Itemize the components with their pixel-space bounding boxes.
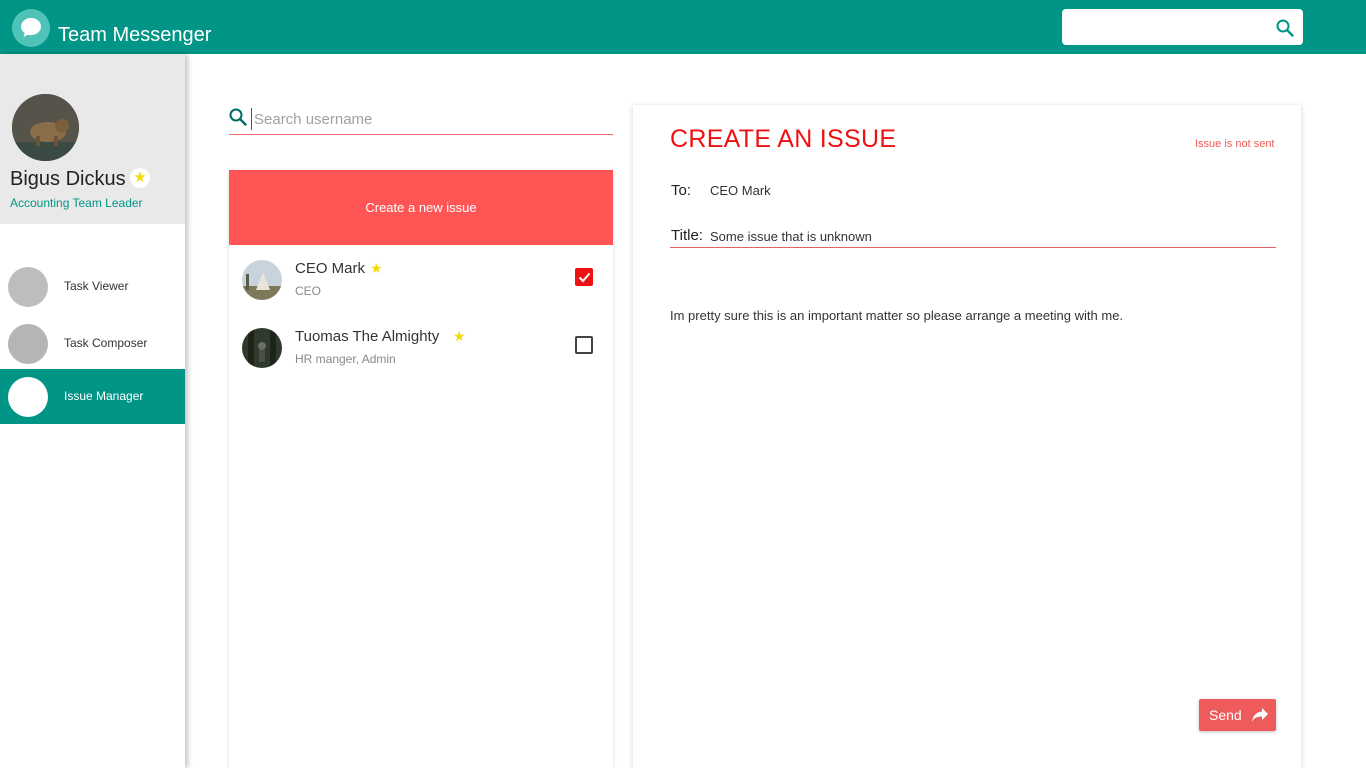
recipient-list-panel: Create a new issue CEO Mark ★ CEO Tuomas… — [229, 170, 613, 768]
star-icon: ★ — [370, 260, 383, 276]
star-icon: ★ — [130, 168, 150, 188]
profile-role: Accounting Team Leader — [10, 196, 143, 210]
nav-item-issue-manager[interactable]: Issue Manager — [0, 369, 185, 424]
user-name: Tuomas The Almighty — [295, 328, 440, 345]
nav-item-task-composer[interactable]: Task Composer — [0, 316, 185, 371]
nav-item-label: Task Composer — [64, 336, 148, 350]
issue-form-panel: CREATE AN ISSUE Issue is not sent To: CE… — [633, 105, 1301, 768]
list-item[interactable]: CEO Mark ★ CEO — [229, 260, 613, 330]
send-button[interactable]: Send — [1199, 699, 1276, 731]
list-item[interactable]: Tuomas The Almighty ★ HR manger, Admin — [229, 328, 613, 398]
recipient-checkbox[interactable] — [575, 336, 593, 354]
star-icon: ★ — [453, 328, 466, 344]
nav-item-label: Issue Manager — [64, 389, 144, 403]
nav-item-label: Task Viewer — [64, 279, 129, 293]
page-title: CREATE AN ISSUE — [670, 125, 897, 153]
status-text: Issue is not sent — [1195, 138, 1275, 150]
recipient-checkbox[interactable] — [575, 268, 593, 286]
user-name: CEO Mark — [295, 260, 366, 277]
to-value: CEO Mark — [710, 183, 771, 198]
profile-card: Bigus Dickus ★ Accounting Team Leader — [0, 54, 185, 224]
nav-avatar-icon — [8, 324, 48, 364]
nav-avatar-icon — [8, 377, 48, 417]
title-value[interactable]: Some issue that is unknown — [710, 229, 872, 244]
issue-body-text[interactable]: Im pretty sure this is an important matt… — [670, 308, 1123, 323]
avatar — [242, 328, 282, 368]
send-label: Send — [1209, 707, 1242, 723]
nav-avatar-icon — [8, 267, 48, 307]
header-search-box[interactable] — [1062, 9, 1303, 45]
top-app-bar: Team Messenger — [0, 0, 1366, 54]
to-label: To: — [671, 182, 692, 199]
share-arrow-icon — [1252, 708, 1268, 722]
chat-bubble-icon — [12, 9, 50, 47]
user-role: HR manger, Admin — [295, 352, 396, 366]
user-role: CEO — [295, 284, 322, 298]
title-label: Title: — [671, 227, 703, 244]
create-issue-button[interactable]: Create a new issue — [229, 170, 613, 245]
sidebar: Bigus Dickus ★ Accounting Team Leader Ta… — [0, 54, 185, 768]
header-search-input[interactable] — [1072, 17, 1262, 37]
nav-item-task-viewer[interactable]: Task Viewer — [0, 259, 185, 314]
title-field[interactable]: Title: Some issue that is unknown — [670, 227, 1276, 248]
search-icon[interactable] — [1276, 19, 1294, 42]
search-icon — [229, 108, 247, 131]
username-search — [229, 104, 613, 135]
app-title: Team Messenger — [58, 24, 212, 46]
profile-name: Bigus Dickus — [10, 168, 126, 190]
avatar — [12, 94, 79, 161]
avatar — [242, 260, 282, 300]
username-search-input[interactable] — [251, 108, 601, 130]
